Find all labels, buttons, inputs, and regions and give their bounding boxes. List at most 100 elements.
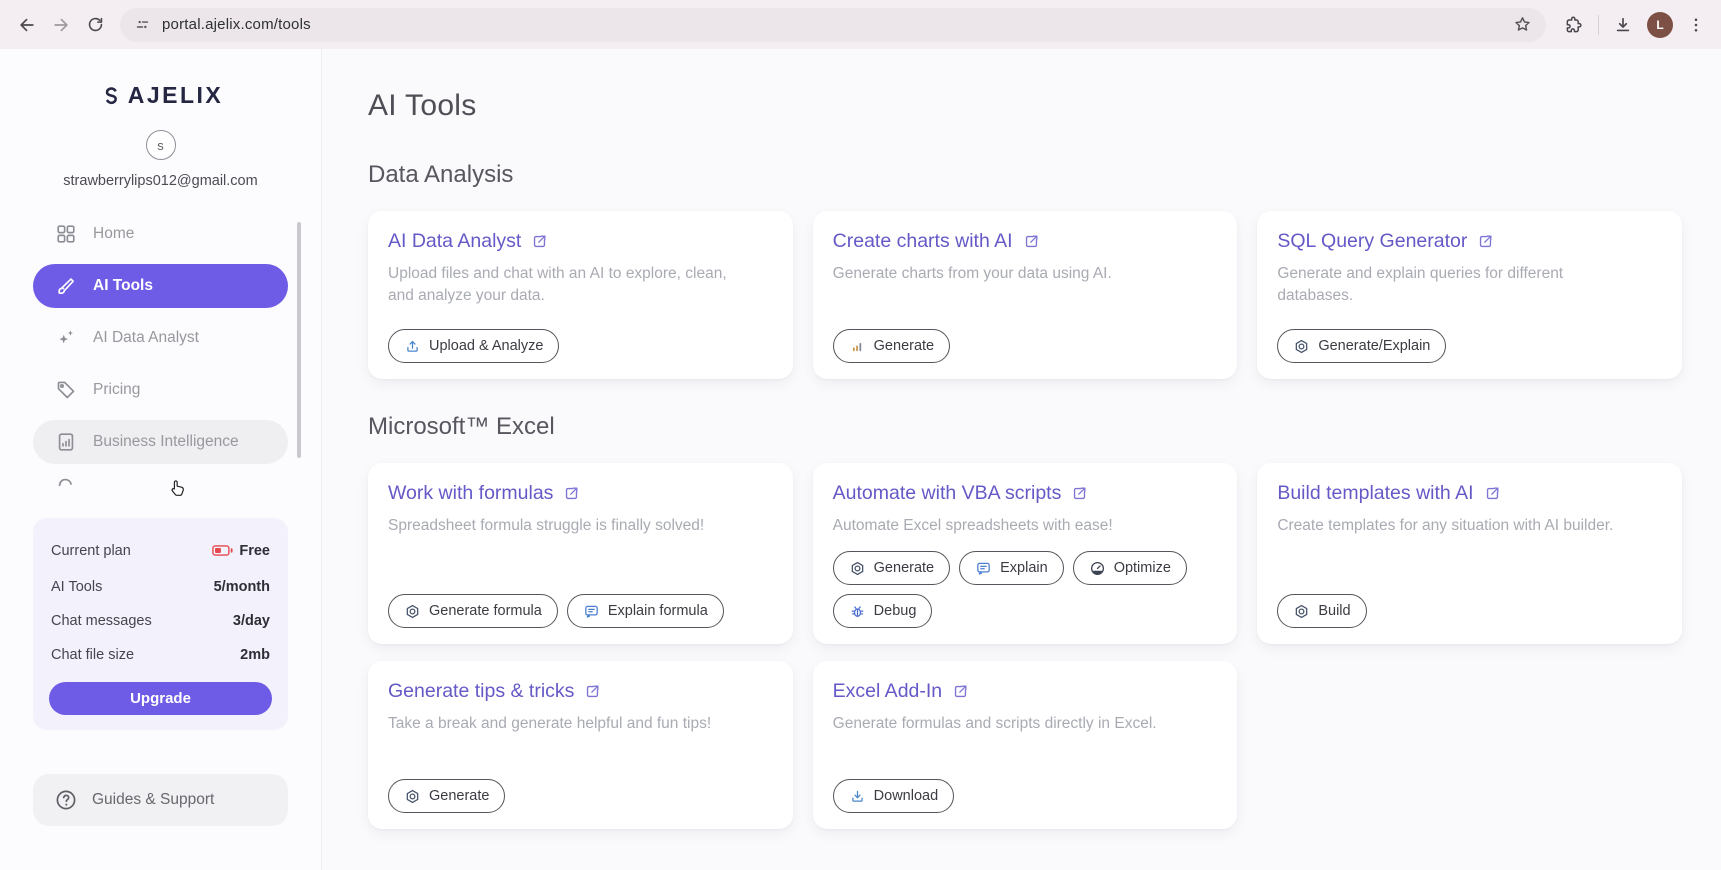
card-grid-data-analysis: AI Data Analyst Upload files and chat wit… [368, 211, 1682, 379]
sidebar-item-label: AI Data Analyst [93, 329, 199, 347]
extlink-icon [563, 485, 580, 502]
button-work-with-formulas-explain-formula[interactable]: Explain formula [567, 594, 724, 628]
card-description: Generate charts from your data using AI. [833, 263, 1198, 285]
button-sql-query-generator-generate-explain[interactable]: Generate/Explain [1277, 329, 1446, 363]
button-automate-with-vba-scripts-generate[interactable]: Generate [833, 551, 950, 585]
plan-label: AI Tools [51, 579, 102, 595]
plan-row-current-plan: Current planFree [49, 531, 272, 570]
button-automate-with-vba-scripts-debug[interactable]: Debug [833, 594, 933, 628]
button-ai-data-analyst-upload-analyze[interactable]: Upload & Analyze [388, 329, 559, 363]
button-work-with-formulas-generate-formula[interactable]: Generate formula [388, 594, 558, 628]
site-info-icon[interactable] [134, 16, 151, 33]
button-label: Explain [1000, 560, 1048, 576]
tag-icon [55, 379, 77, 401]
button-label: Build [1318, 603, 1350, 619]
cog-icon [1293, 338, 1310, 355]
sidebar-item-label: Business Intelligence [93, 433, 239, 451]
card-grid-microsoft-excel: Work with formulasSpreadsheet formula st… [368, 463, 1682, 829]
card-actions: Generate/Explain [1277, 315, 1662, 363]
forward-icon[interactable] [44, 8, 78, 42]
sidebar-item-arc[interactable] [33, 472, 288, 492]
sidebar-item-pricing[interactable]: Pricing [33, 368, 288, 412]
browser-toolbar: portal.ajelix.com/tools L [0, 0, 1721, 49]
menu-kebab-icon[interactable] [1687, 16, 1705, 34]
guides-support-button[interactable]: Guides & Support [33, 774, 288, 826]
card-ai-data-analyst: AI Data Analyst Upload files and chat wit… [368, 211, 793, 379]
sidebar-item-home[interactable]: Home [33, 212, 288, 256]
battery-icon [212, 540, 233, 561]
extlink-icon [531, 233, 548, 250]
browser-profile-avatar[interactable]: L [1647, 12, 1673, 38]
card-description: Create templates for any situation with … [1277, 515, 1642, 537]
card-title-link-sql-query-generator[interactable]: SQL Query Generator [1277, 230, 1494, 253]
card-title: Excel Add-In [833, 680, 942, 703]
upgrade-button[interactable]: Upgrade [49, 682, 272, 715]
back-icon[interactable] [10, 8, 44, 42]
question-icon [54, 788, 78, 812]
card-title-link-create-charts-with-ai[interactable]: Create charts with AI [833, 230, 1040, 253]
card-actions: Build [1277, 580, 1662, 628]
brush-icon [55, 275, 77, 297]
card-title: AI Data Analyst [388, 230, 521, 253]
button-label: Generate [429, 788, 489, 804]
button-automate-with-vba-scripts-optimize[interactable]: Optimize [1073, 551, 1187, 585]
card-description: Upload files and chat with an AI to expl… [388, 263, 753, 307]
sidebar-item-business-intelligence[interactable]: Business Intelligence [33, 420, 288, 464]
button-label: Generate formula [429, 603, 542, 619]
toolbar-divider [1598, 15, 1599, 35]
extlink-icon [1071, 485, 1088, 502]
card-description: Generate formulas and scripts directly i… [833, 713, 1198, 735]
sidebar-scrollbar[interactable] [297, 222, 301, 458]
reload-icon[interactable] [78, 8, 112, 42]
card-title-link-generate-tips-tricks[interactable]: Generate tips & tricks [388, 680, 601, 703]
card-title: Generate tips & tricks [388, 680, 574, 703]
plan-value-text: 2mb [240, 647, 270, 663]
page-title: AI Tools [368, 89, 1682, 123]
card-description: Automate Excel spreadsheets with ease! [833, 515, 1198, 537]
user-avatar[interactable]: s [146, 130, 176, 160]
card-work-with-formulas: Work with formulasSpreadsheet formula st… [368, 463, 793, 644]
button-generate-tips-tricks-generate[interactable]: Generate [388, 779, 505, 813]
card-title-link-excel-add-in[interactable]: Excel Add-In [833, 680, 969, 703]
ajelix-logo[interactable]: AJELIX [0, 82, 321, 109]
extlink-icon [1023, 233, 1040, 250]
extlink-icon [1484, 485, 1501, 502]
button-label: Download [874, 788, 939, 804]
extlink-icon [584, 683, 601, 700]
button-label: Upload & Analyze [429, 338, 543, 354]
button-label: Explain formula [608, 603, 708, 619]
arc-icon [55, 472, 77, 492]
sidebar-item-ai-data-analyst[interactable]: AI Data Analyst [33, 316, 288, 360]
upload-icon [404, 338, 421, 355]
card-title-link-work-with-formulas[interactable]: Work with formulas [388, 482, 580, 505]
main-content: AI Tools Data AnalysisAI Data AnalystUpl… [322, 49, 1721, 870]
plan-row-chat-messages: Chat messages3/day [49, 604, 272, 638]
plan-label: Chat file size [51, 647, 134, 663]
cog-icon [1293, 603, 1310, 620]
button-automate-with-vba-scripts-explain[interactable]: Explain [959, 551, 1064, 585]
plan-value: 5/month [214, 579, 270, 595]
chat-icon [975, 560, 992, 577]
plan-value-text: Free [239, 543, 270, 559]
chat-icon [583, 603, 600, 620]
downloads-icon[interactable] [1613, 15, 1633, 35]
card-actions: Upload & Analyze [388, 315, 773, 363]
card-title-link-build-templates-with-ai[interactable]: Build templates with AI [1277, 482, 1500, 505]
ajelix-logo-icon [98, 84, 122, 108]
cog-icon [849, 560, 866, 577]
plan-value: Free [212, 540, 270, 561]
url-text: portal.ajelix.com/tools [162, 16, 311, 33]
card-actions: Generate [388, 765, 773, 813]
button-excel-add-in-download[interactable]: Download [833, 779, 955, 813]
extensions-icon[interactable] [1564, 15, 1584, 35]
button-build-templates-with-ai-build[interactable]: Build [1277, 594, 1366, 628]
sidebar-item-label: Pricing [93, 381, 140, 399]
button-create-charts-with-ai-generate[interactable]: Generate [833, 329, 950, 363]
address-bar[interactable]: portal.ajelix.com/tools [120, 8, 1546, 42]
card-title-link-ai-data-analyst[interactable]: AI Data Analyst [388, 230, 548, 253]
card-title-link-automate-with-vba-scripts[interactable]: Automate with VBA scripts [833, 482, 1089, 505]
sidebar-item-ai-tools[interactable]: AI Tools [33, 264, 288, 308]
bookmark-star-icon[interactable] [1513, 15, 1532, 34]
cog-icon [404, 788, 421, 805]
plan-value: 2mb [240, 647, 270, 663]
